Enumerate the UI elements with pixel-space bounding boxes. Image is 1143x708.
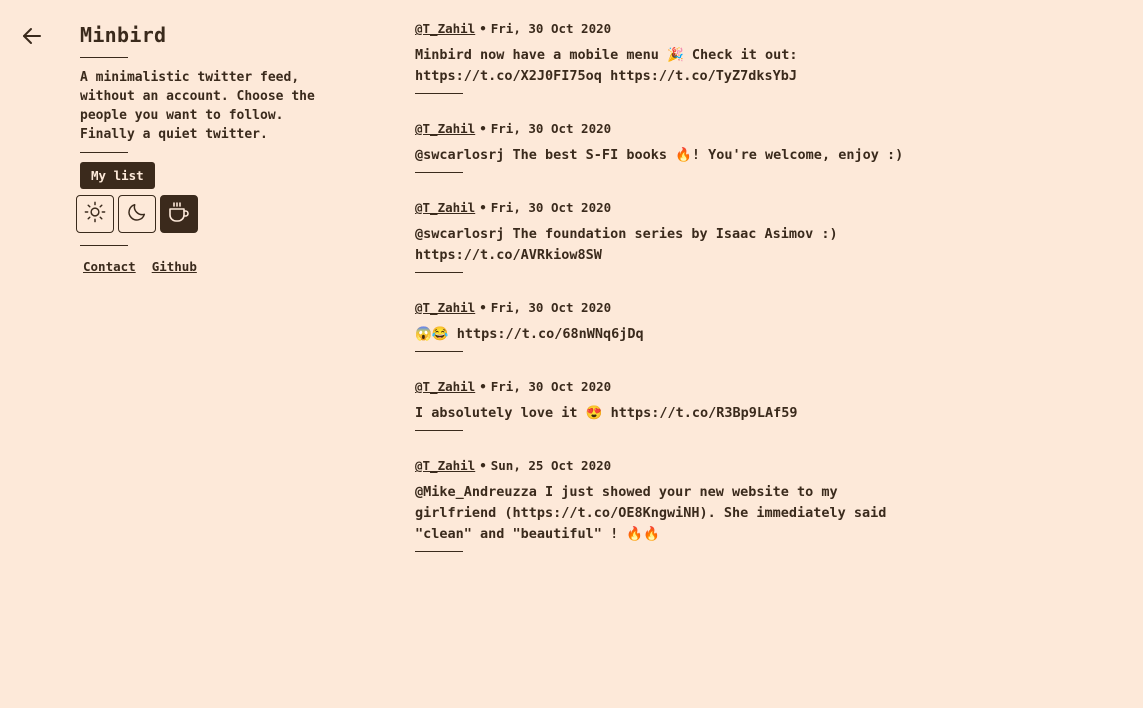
divider <box>80 245 128 246</box>
coffee-theme-button[interactable] <box>160 195 198 233</box>
divider <box>415 93 463 94</box>
tweet-date: Sun, 25 Oct 2020 <box>490 458 612 473</box>
tweet-author-link[interactable]: @T_Zahil <box>415 379 475 394</box>
tweet-meta: @T_Zahil • Fri, 30 Oct 2020 <box>415 299 1115 317</box>
tweet-meta: @T_Zahil • Fri, 30 Oct 2020 <box>415 20 1115 38</box>
tweet-meta: @T_Zahil • Fri, 30 Oct 2020 <box>415 120 1115 138</box>
tweet-text: @swcarlosrj The foundation series by Isa… <box>415 226 846 263</box>
tweet-meta: @T_Zahil • Sun, 25 Oct 2020 <box>415 457 1115 475</box>
page: Minbird A minimalistic twitter feed, wit… <box>0 0 1143 708</box>
tweet-author-link[interactable]: @T_Zahil <box>415 300 475 315</box>
theme-switcher <box>76 195 330 233</box>
tweet-author-link[interactable]: @T_Zahil <box>415 21 475 36</box>
tweet-text: 😱😂 https://t.co/68nWNq6jDq <box>415 326 644 342</box>
contact-link[interactable]: Contact <box>83 259 136 274</box>
separator-dot: • <box>479 379 487 394</box>
tweet-meta: @T_Zahil • Fri, 30 Oct 2020 <box>415 378 1115 396</box>
tweet-text: @Mike_Andreuzza I just showed your new w… <box>415 484 895 542</box>
tweet-author-link[interactable]: @T_Zahil <box>415 458 475 473</box>
tweet: @T_Zahil • Fri, 30 Oct 2020 I absolutely l… <box>415 378 1115 431</box>
tweet: @T_Zahil • Fri, 30 Oct 2020 Minbird now ha… <box>415 20 1115 94</box>
footer-links: Contact Github <box>80 259 330 274</box>
tweet-text: I absolutely love it 😍 https://t.co/R3Bp… <box>415 405 798 421</box>
tweet-date: Fri, 30 Oct 2020 <box>490 21 612 36</box>
separator-dot: • <box>479 21 487 36</box>
separator-dot: • <box>479 458 487 473</box>
app-title: Minbird <box>80 23 167 47</box>
tweet-text: Minbird now have a mobile menu 🎉 Check i… <box>415 47 806 84</box>
tweet-date: Fri, 30 Oct 2020 <box>490 200 612 215</box>
tweet-author-link[interactable]: @T_Zahil <box>415 121 475 136</box>
divider <box>415 172 463 173</box>
coffee-cup-icon <box>167 200 191 228</box>
dark-theme-button[interactable] <box>118 195 156 233</box>
tweet-meta: @T_Zahil • Fri, 30 Oct 2020 <box>415 199 1115 217</box>
github-link[interactable]: Github <box>152 259 197 274</box>
tweet-feed: @T_Zahil • Fri, 30 Oct 2020 Minbird now ha… <box>415 20 1115 578</box>
separator-dot: • <box>479 300 487 315</box>
sidebar: Minbird A minimalistic twitter feed, wit… <box>76 22 330 274</box>
separator-dot: • <box>479 121 487 136</box>
divider <box>415 430 463 431</box>
divider <box>415 272 463 273</box>
divider <box>415 551 463 552</box>
tweet-text: @swcarlosrj The best S-FI books 🔥! You'r… <box>415 147 904 163</box>
light-theme-button[interactable] <box>76 195 114 233</box>
my-list-button[interactable]: My list <box>80 162 155 189</box>
tweet-date: Fri, 30 Oct 2020 <box>490 121 612 136</box>
tweet: @T_Zahil • Fri, 30 Oct 2020 @swcarlosrj Th… <box>415 120 1115 173</box>
divider <box>415 351 463 352</box>
tweet: @T_Zahil • Fri, 30 Oct 2020 @swcarlosrj Th… <box>415 199 1115 273</box>
app-tagline: A minimalistic twitter feed, without an … <box>80 70 315 142</box>
tweet: @T_Zahil • Fri, 30 Oct 2020 😱😂 https://t.c… <box>415 299 1115 352</box>
divider <box>80 57 128 58</box>
sun-icon <box>84 201 106 227</box>
tweet-date: Fri, 30 Oct 2020 <box>490 300 612 315</box>
moon-icon <box>126 201 148 227</box>
separator-dot: • <box>479 200 487 215</box>
divider <box>80 152 128 153</box>
tweet-author-link[interactable]: @T_Zahil <box>415 200 475 215</box>
back-arrow-icon[interactable] <box>20 24 44 48</box>
tweet-date: Fri, 30 Oct 2020 <box>490 379 612 394</box>
tweet: @T_Zahil • Sun, 25 Oct 2020 @Mike_Andreuzz… <box>415 457 1115 552</box>
